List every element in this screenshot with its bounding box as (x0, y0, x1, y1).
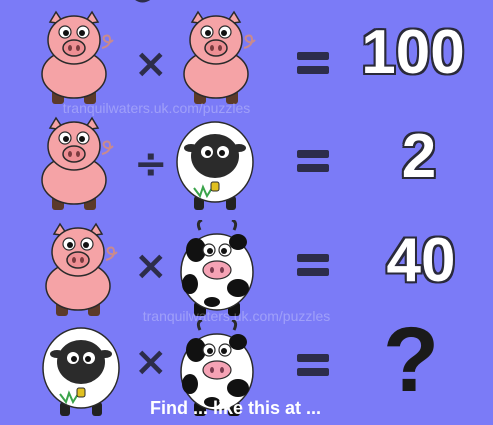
equation-row-3: × 40 (0, 218, 493, 320)
sheep-icon (42, 320, 122, 420)
result-value: 40 (386, 226, 456, 295)
cow-icon (178, 218, 258, 320)
sheep-icon (176, 114, 256, 214)
equals-sign (297, 48, 329, 78)
equals-sign (297, 146, 329, 176)
divide-operator: ÷ (134, 141, 168, 187)
equation-row-1: × 100 (0, 8, 493, 108)
top-edge-fragment (130, 0, 156, 6)
pig-icon (36, 114, 116, 214)
equals-sign (297, 350, 329, 380)
equation-row-2: ÷ 2 (0, 114, 493, 214)
multiply-operator: × (134, 243, 168, 289)
unknown-answer: ? (382, 309, 440, 411)
pig-icon (40, 220, 120, 320)
footer-text: Find ... like this at ... (150, 398, 322, 418)
equals-sign (297, 250, 329, 280)
result-value: 100 (361, 18, 465, 87)
pig-icon (178, 8, 258, 108)
multiply-operator: × (134, 41, 168, 87)
result-value: 2 (401, 122, 437, 191)
pig-icon (36, 8, 116, 108)
multiply-operator: × (134, 339, 168, 385)
